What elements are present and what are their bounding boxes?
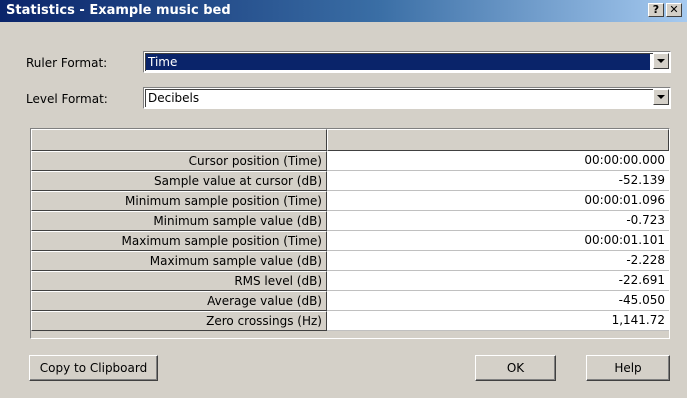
row-label: RMS level (dB)	[31, 271, 327, 291]
table-row[interactable]: Sample value at cursor (dB) -52.139	[31, 171, 669, 191]
column-header-value[interactable]	[327, 129, 669, 151]
row-label: Sample value at cursor (dB)	[31, 171, 327, 191]
row-value[interactable]: -2.228	[327, 251, 669, 271]
row-value[interactable]: 00:00:01.096	[327, 191, 669, 211]
row-value[interactable]: -0.723	[327, 211, 669, 231]
row-label: Average value (dB)	[31, 291, 327, 311]
row-label: Minimum sample position (Time)	[31, 191, 327, 211]
row-label: Zero crossings (Hz)	[31, 311, 327, 331]
chevron-down-icon[interactable]	[653, 89, 669, 105]
column-header-name[interactable]	[31, 129, 327, 151]
table-row[interactable]: Maximum sample position (Time) 00:00:01.1…	[31, 231, 669, 251]
level-format-label: Level Format:	[26, 92, 108, 106]
close-icon[interactable]: ✕	[666, 3, 682, 17]
table-row[interactable]: Zero crossings (Hz) 1,141.72	[31, 311, 669, 331]
statistics-dialog: Statistics - Example music bed ? ✕ Ruler…	[0, 0, 687, 398]
table-header	[31, 129, 669, 151]
level-format-value: Decibels	[148, 91, 200, 105]
table-row[interactable]: Average value (dB) -45.050	[31, 291, 669, 311]
ruler-format-value: Time	[146, 54, 650, 70]
row-label: Maximum sample position (Time)	[31, 231, 327, 251]
chevron-down-icon[interactable]	[653, 53, 669, 69]
ruler-format-label: Ruler Format:	[26, 56, 108, 70]
table-row[interactable]: RMS level (dB) -22.691	[31, 271, 669, 291]
table-row[interactable]: Maximum sample value (dB) -2.228	[31, 251, 669, 271]
row-value[interactable]: 1,141.72	[327, 311, 669, 331]
table-row[interactable]: Minimum sample position (Time) 00:00:01.0…	[31, 191, 669, 211]
row-label: Maximum sample value (dB)	[31, 251, 327, 271]
ruler-format-select[interactable]: Time	[143, 51, 671, 73]
statistics-table[interactable]: Cursor position (Time) 00:00:00.000 Sample…	[30, 128, 670, 339]
level-format-select[interactable]: Decibels	[143, 87, 671, 109]
title-bar[interactable]: Statistics - Example music bed ? ✕	[0, 0, 687, 22]
row-label: Cursor position (Time)	[31, 151, 327, 171]
table-row[interactable]: Cursor position (Time) 00:00:00.000	[31, 151, 669, 171]
table-row[interactable]: Minimum sample value (dB) -0.723	[31, 211, 669, 231]
row-label: Minimum sample value (dB)	[31, 211, 327, 231]
row-value[interactable]: -22.691	[327, 271, 669, 291]
window-title: Statistics - Example music bed	[6, 3, 231, 18]
row-value[interactable]: -52.139	[327, 171, 669, 191]
copy-to-clipboard-button[interactable]: Copy to Clipboard	[29, 355, 158, 381]
row-value[interactable]: 00:00:00.000	[327, 151, 669, 171]
help-button[interactable]: Help	[586, 355, 670, 381]
row-value[interactable]: -45.050	[327, 291, 669, 311]
row-value[interactable]: 00:00:01.101	[327, 231, 669, 251]
ok-button[interactable]: OK	[475, 355, 556, 381]
help-icon[interactable]: ?	[648, 3, 664, 17]
